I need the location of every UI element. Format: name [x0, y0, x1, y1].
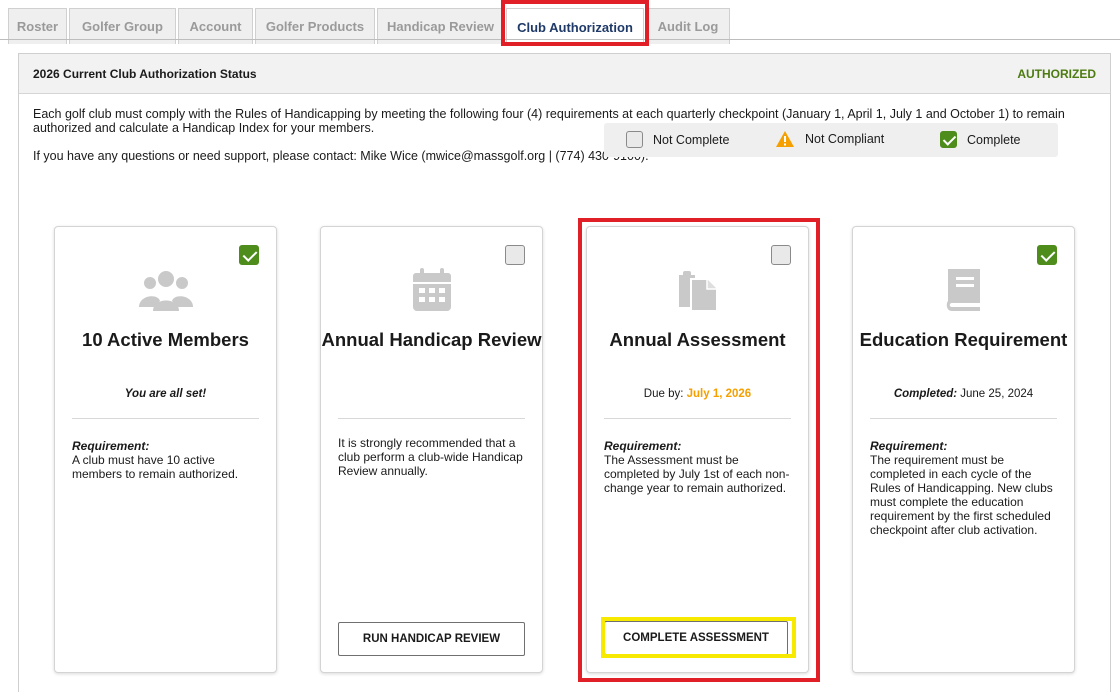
- card-handicap-review: Annual Handicap Review It is strongly re…: [320, 226, 543, 673]
- tab-label: Audit Log: [657, 19, 719, 34]
- requirement-text: Requirement: A club must have 10 active …: [72, 439, 259, 481]
- complete-checkbox-icon: [1037, 245, 1057, 265]
- card-active-members: 10 Active Members You are all set! Requi…: [54, 226, 277, 673]
- tab-label: Golfer Group: [82, 19, 163, 34]
- status-legend: Not Complete Not Compliant Complete: [604, 123, 1058, 157]
- requirement-label: Requirement:: [72, 439, 150, 453]
- tab-label: Golfer Products: [265, 19, 365, 34]
- status-badge: AUTHORIZED: [1017, 66, 1096, 81]
- requirement-text: It is strongly recommended that a club p…: [338, 436, 523, 478]
- calendar-icon: [321, 267, 542, 317]
- requirement-text: Requirement: The requirement must be com…: [870, 439, 1057, 537]
- contact-text: If you have any questions or need suppor…: [33, 149, 649, 163]
- run-handicap-review-button[interactable]: RUN HANDICAP REVIEW: [338, 622, 525, 656]
- card-education-requirement: Education Requirement Completed: June 25…: [852, 226, 1075, 673]
- card-divider: [870, 418, 1057, 419]
- set-message: You are all set!: [124, 388, 207, 400]
- card-divider: [338, 418, 525, 419]
- panel-title: 2026 Current Club Authorization Status: [33, 66, 257, 81]
- tab-highlight-box: [501, 0, 649, 46]
- assessment-highlight-box: [578, 218, 820, 682]
- legend-not-compliant: Not Compliant: [775, 130, 884, 148]
- complete-checkbox-icon: [239, 245, 259, 265]
- warning-icon: [776, 131, 794, 147]
- requirement-label: Requirement:: [870, 439, 948, 453]
- completed-date: June 25, 2024: [960, 388, 1034, 400]
- requirement-body: A club must have 10 active members to re…: [72, 453, 239, 481]
- panel-header: 2026 Current Club Authorization Status A…: [19, 54, 1110, 94]
- tab-label: Account: [189, 19, 242, 34]
- completed-label: Completed:: [893, 388, 958, 400]
- card-title: Education Requirement: [859, 329, 1068, 350]
- legend-label: Not Compliant: [805, 132, 885, 146]
- legend-label: Complete: [967, 132, 1021, 147]
- book-icon: [853, 267, 1074, 317]
- empty-checkbox-icon: [626, 131, 643, 148]
- legend-complete: Complete: [940, 131, 1021, 148]
- legend-not-complete: Not Complete: [626, 131, 729, 148]
- tab-label: Roster: [16, 19, 59, 34]
- requirement-body: The requirement must be completed in eac…: [870, 453, 1053, 537]
- card-subtitle: Completed: June 25, 2024: [853, 388, 1074, 400]
- tab-label: Handicap Review: [387, 19, 494, 34]
- legend-label: Not Complete: [653, 132, 730, 147]
- card-title: 10 Active Members: [82, 329, 249, 350]
- card-title: Annual Handicap Review: [321, 329, 542, 350]
- card-divider: [72, 418, 259, 419]
- button-highlight-box: [601, 617, 796, 658]
- users-icon: [55, 267, 276, 317]
- card-subtitle: You are all set!: [55, 388, 276, 400]
- incomplete-checkbox-icon: [505, 245, 525, 265]
- checked-checkbox-icon: [940, 131, 957, 148]
